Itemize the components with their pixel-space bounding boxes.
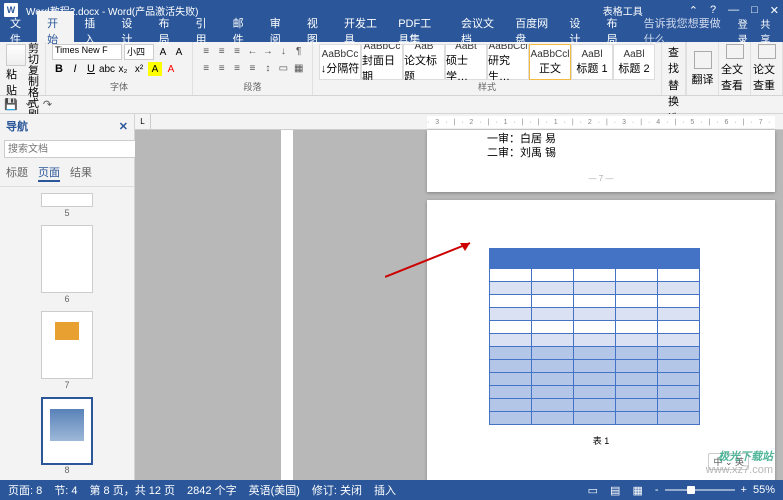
view-print-icon[interactable]: ▤ xyxy=(610,484,620,497)
status-words[interactable]: 2842 个字 xyxy=(187,482,237,498)
nav-title: 导航 xyxy=(6,118,28,134)
page-thumb-8[interactable]: 8 xyxy=(41,397,93,465)
strike-button[interactable]: abc xyxy=(100,62,114,76)
increase-indent-button[interactable]: → xyxy=(261,44,275,59)
plagiarism-group[interactable]: 论文 查重 xyxy=(750,42,782,95)
page-thumb-5[interactable]: 5 xyxy=(41,193,93,207)
horizontal-ruler[interactable]: · 3 · | · 2 · | · 1 · | · | · 1 · | · 2 … xyxy=(427,116,775,128)
show-marks-button[interactable]: ¶ xyxy=(292,44,306,59)
decrease-indent-button[interactable]: ← xyxy=(245,44,259,59)
font-color-button[interactable]: A xyxy=(164,62,178,76)
bullets-button[interactable]: ≡ xyxy=(199,44,213,59)
zoom-out-button[interactable]: - xyxy=(655,484,659,496)
status-track[interactable]: 修订: 关闭 xyxy=(312,482,362,498)
group-paragraph-label: 段落 xyxy=(199,80,306,93)
page-thumb-7[interactable]: 7 xyxy=(41,311,93,379)
align-center-button[interactable]: ≡ xyxy=(214,61,228,76)
align-right-button[interactable]: ≡ xyxy=(230,61,244,76)
font-size-select[interactable]: 小四 xyxy=(124,44,154,60)
underline-button[interactable]: U xyxy=(84,62,98,76)
cut-button[interactable]: 剪切 xyxy=(28,44,39,66)
nav-tab-pages[interactable]: 页面 xyxy=(38,164,60,182)
italic-button[interactable]: I xyxy=(68,62,82,76)
doc-line1: 一审：白居 易 xyxy=(487,132,715,146)
superscript-button[interactable]: x² xyxy=(132,62,146,76)
status-insert[interactable]: 插入 xyxy=(374,482,396,498)
restore-button[interactable]: □ xyxy=(751,4,758,17)
decrease-font-icon[interactable]: A xyxy=(172,45,186,59)
multilevel-button[interactable]: ≡ xyxy=(230,44,244,59)
qat-undo-icon[interactable]: ↶ xyxy=(26,98,35,111)
copy-button[interactable]: 复制 xyxy=(28,66,39,88)
view-web-icon[interactable]: ▦ xyxy=(632,484,642,497)
borders-button[interactable]: ▦ xyxy=(292,61,306,76)
styles-gallery[interactable]: AaBbCc↓分隔符 AaBbCc封面日期 AaB论文标题 AaBt硕士学… A… xyxy=(319,44,655,80)
zoom-in-button[interactable]: + xyxy=(741,484,747,496)
status-lang[interactable]: 英语(美国) xyxy=(249,482,300,498)
status-section: 节: 4 xyxy=(54,482,77,498)
line-spacing-button[interactable]: ↕ xyxy=(261,61,275,76)
nav-tab-headings[interactable]: 标题 xyxy=(6,164,28,182)
find-button[interactable]: 查找 xyxy=(668,44,679,76)
fullview-group[interactable]: 全文 查看 xyxy=(718,42,750,95)
numbering-button[interactable]: ≡ xyxy=(214,44,228,59)
bold-button[interactable]: B xyxy=(52,62,66,76)
nav-search-input[interactable] xyxy=(4,140,144,158)
shading-button[interactable]: ▭ xyxy=(276,61,290,76)
font-family-select[interactable]: Times New F xyxy=(52,44,122,60)
table-caption: 表 1 xyxy=(427,434,775,447)
document-table[interactable] xyxy=(489,248,700,425)
zoom-slider[interactable] xyxy=(665,489,735,491)
replace-button[interactable]: 替换 xyxy=(668,77,679,109)
translate-group[interactable]: 翻译 xyxy=(686,42,718,95)
qat-save-icon[interactable]: 💾 xyxy=(4,98,18,111)
justify-button[interactable]: ≡ xyxy=(245,61,259,76)
qat-redo-icon[interactable]: ↷ xyxy=(43,98,52,111)
group-font-label: 字体 xyxy=(52,80,186,93)
page-thumb-6[interactable]: 6 xyxy=(41,225,93,293)
zoom-level[interactable]: 55% xyxy=(753,484,775,496)
watermark: 极光下载站 www.xz7.com xyxy=(706,448,773,476)
align-left-button[interactable]: ≡ xyxy=(199,61,213,76)
status-page[interactable]: 页面: 8 xyxy=(8,482,42,498)
view-read-icon[interactable]: ▭ xyxy=(588,484,598,497)
group-styles-label: 样式 xyxy=(319,80,655,93)
increase-font-icon[interactable]: A xyxy=(156,45,170,59)
document-page-8[interactable]: 表 1 xyxy=(427,200,775,480)
sort-button[interactable]: ↓ xyxy=(276,44,290,59)
vertical-ruler[interactable] xyxy=(281,130,293,480)
subscript-button[interactable]: x₂ xyxy=(116,62,130,76)
nav-close-icon[interactable]: ✕ xyxy=(119,120,128,133)
highlight-button[interactable]: A xyxy=(148,62,162,76)
doc-line2: 二审：刘禹 锡 xyxy=(487,146,715,160)
status-pageof: 第 8 页，共 12 页 xyxy=(89,482,175,498)
close-button[interactable]: ✕ xyxy=(770,4,779,17)
document-page-7[interactable]: 一审：白居 易 二审：刘禹 锡 — 7 — xyxy=(427,130,775,192)
ruler-corner[interactable]: L xyxy=(135,114,151,129)
nav-tab-results[interactable]: 结果 xyxy=(70,164,92,182)
